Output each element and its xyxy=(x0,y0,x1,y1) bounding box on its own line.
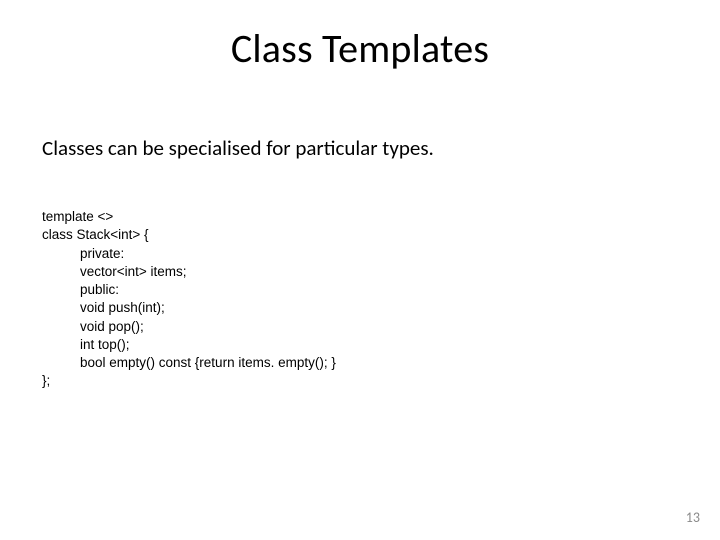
code-line: }; xyxy=(42,373,50,388)
code-line: void push(int); xyxy=(42,299,336,317)
code-line: private: xyxy=(42,245,336,263)
code-line: void pop(); xyxy=(42,318,336,336)
page-title: Class Templates xyxy=(0,24,720,73)
code-line: vector<int> items; xyxy=(42,263,336,281)
slide: Class Templates Classes can be specialis… xyxy=(0,0,720,540)
code-line: int top(); xyxy=(42,336,336,354)
code-line: bool empty() const {return items. empty(… xyxy=(42,354,336,372)
page-number: 13 xyxy=(686,509,700,526)
subtitle: Classes can be specialised for particula… xyxy=(42,135,434,161)
code-block: template <> class Stack<int> { private:v… xyxy=(42,190,336,390)
code-line: class Stack<int> { xyxy=(42,227,149,242)
code-line: public: xyxy=(42,281,336,299)
code-line: template <> xyxy=(42,209,113,224)
